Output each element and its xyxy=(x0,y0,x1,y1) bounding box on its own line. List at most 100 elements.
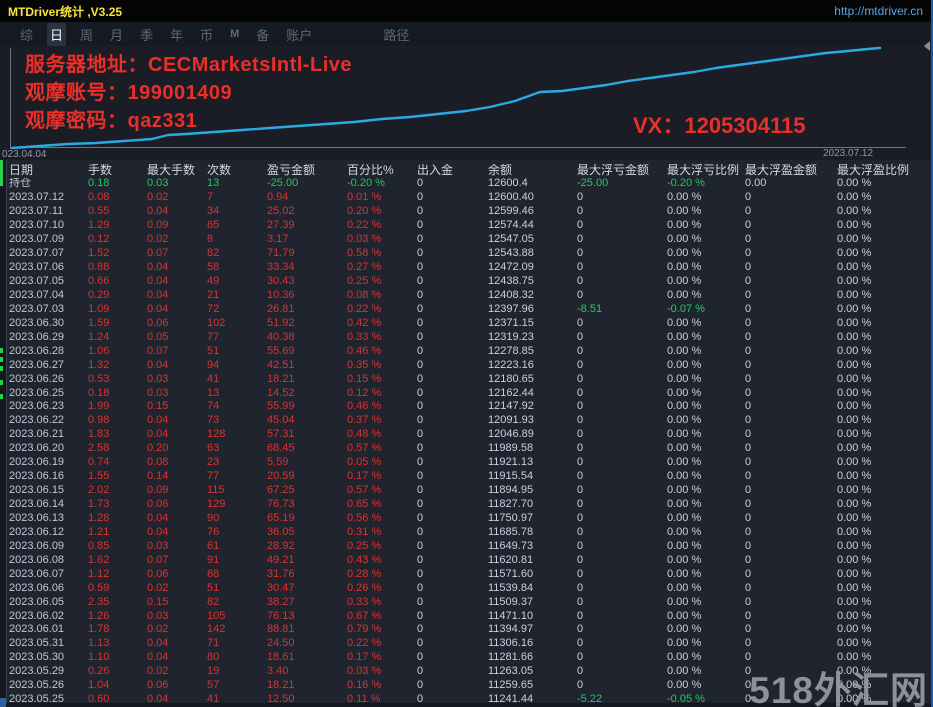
table-row[interactable]: 2023.06.06 0.59 0.02 51 30.47 0.26 % 0 11539.84… xyxy=(6,581,931,595)
table-row[interactable]: 2023.05.26 1.04 0.06 57 18.21 0.16 % 0 11259.65… xyxy=(6,679,931,693)
cell-max-lots: 0.03 xyxy=(147,373,169,385)
cell-pnl: 30.47 xyxy=(267,582,295,594)
cell-pnl: 14.52 xyxy=(267,387,295,399)
cell-inout: 0 xyxy=(417,526,424,538)
cell-date: 2023.06.29 xyxy=(9,331,65,343)
table-row[interactable]: 2023.06.19 0.74 0.08 23 5.59 0.05 % 0 11921.13 0… xyxy=(6,456,931,470)
app-title: MTDriver统计 ,V3.25 xyxy=(8,4,123,19)
table-row[interactable]: 2023.07.03 1.09 0.04 72 26.81 0.22 % 0 12397.96… xyxy=(6,302,931,316)
menu-tab-1[interactable]: 综 xyxy=(17,23,36,46)
menu-tab-5[interactable]: 季 xyxy=(137,23,156,46)
table-row-holding[interactable]: 持仓 0.18 0.03 13 -25.00 -0.20 % 0 12600.4 -25.00 -… xyxy=(6,177,931,191)
table-row[interactable]: 2023.06.21 1.83 0.04 128 57.31 0.48 % 0 12046.8… xyxy=(6,428,931,442)
cell-date: 2023.06.15 xyxy=(9,485,65,497)
menu-tab-2[interactable]: 日 xyxy=(47,22,67,46)
table-row[interactable]: 2023.06.23 1.99 0.15 74 55.99 0.46 % 0 12147.92… xyxy=(6,400,931,414)
table-row[interactable]: 2023.06.07 1.12 0.06 68 31.76 0.28 % 0 11571.60… xyxy=(6,567,931,581)
cell-max-float-profit-pct: 0.00 % xyxy=(837,499,872,511)
table-row[interactable]: 2023.05.30 1.10 0.04 80 18.61 0.17 % 0 11281.66… xyxy=(6,651,931,665)
table-row[interactable]: 2023.06.14 1.73 0.06 129 76.73 0.65 % 0 11827.7… xyxy=(6,498,931,512)
table-row[interactable]: 2023.07.12 0.08 0.02 7 0.94 0.01 % 0 12600.40 0 0… xyxy=(6,191,931,205)
cell-pnl: 68.45 xyxy=(267,443,295,455)
header-max-lots: 最大手数 xyxy=(147,163,196,176)
splitter-arrow-icon[interactable] xyxy=(924,41,930,51)
table-row[interactable]: 2023.06.05 2.35 0.15 82 38.27 0.33 % 0 11509.37… xyxy=(6,595,931,609)
table-row[interactable]: 2023.06.27 1.32 0.04 94 42.51 0.35 % 0 12223.16… xyxy=(6,358,931,372)
cell-balance: 11620.81 xyxy=(488,554,534,566)
table-row[interactable]: 2023.07.04 0.29 0.04 21 10.36 0.08 % 0 12408.32… xyxy=(6,289,931,303)
table-row[interactable]: 2023.06.09 0.85 0.03 61 28.92 0.25 % 0 11649.73… xyxy=(6,539,931,553)
cell-inout: 0 xyxy=(417,276,424,288)
cell-inout: 0 xyxy=(417,331,424,343)
vendor-url[interactable]: http://mtdriver.cn xyxy=(834,4,923,18)
cell-max-float-loss: 0 xyxy=(577,262,584,274)
table-row[interactable]: 2023.07.05 0.66 0.04 49 30.43 0.25 % 0 12438.75… xyxy=(6,275,931,289)
cell-lots: 1.99 xyxy=(88,401,110,413)
cell-pct: 0.46 % xyxy=(347,345,382,357)
cell-lots: 1.28 xyxy=(88,512,110,524)
table-row[interactable]: 2023.06.01 1.78 0.02 142 88.81 0.79 % 0 11394.9… xyxy=(6,623,931,637)
table-row[interactable]: 2023.07.11 0.55 0.04 34 25.02 0.20 % 0 12599.46… xyxy=(6,205,931,219)
cell-lots: 0.18 xyxy=(88,387,110,399)
menu-tab-9[interactable]: 备 xyxy=(253,23,272,46)
table-row[interactable]: 2023.06.20 2.58 0.20 63 68.45 0.57 % 0 11989.58… xyxy=(6,442,931,456)
cell-pnl: 88.81 xyxy=(267,624,295,636)
cell-trades: 105 xyxy=(207,610,226,622)
table-row[interactable]: 2023.06.12 1.21 0.04 76 36.05 0.31 % 0 11685.78… xyxy=(6,525,931,539)
menu-tab-7[interactable]: 币 xyxy=(197,23,216,46)
cell-date: 2023.06.13 xyxy=(9,512,65,524)
menu-tab-6[interactable]: 年 xyxy=(167,23,186,46)
cell-pnl: 33.34 xyxy=(267,262,295,274)
cell-pnl: 3.17 xyxy=(267,234,289,246)
header-trades: 次数 xyxy=(207,163,232,176)
table-row[interactable]: 2023.05.31 1.13 0.04 71 24.50 0.22 % 0 11306.16… xyxy=(6,637,931,651)
table-row[interactable]: 2023.07.10 1.29 0.09 65 27.39 0.22 % 0 12574.44… xyxy=(6,219,931,233)
menu-tab-8[interactable]: M xyxy=(227,26,242,42)
cell-trades: 128 xyxy=(207,429,226,441)
cell-max-float-loss-pct: 0.00 % xyxy=(667,443,702,455)
table-row[interactable]: 2023.06.16 1.55 0.14 77 20.59 0.17 % 0 11915.54… xyxy=(6,470,931,484)
table-row[interactable]: 2023.07.06 0.88 0.04 58 33.34 0.27 % 0 12472.09… xyxy=(6,261,931,275)
table-row[interactable]: 2023.06.13 1.28 0.04 90 65.19 0.56 % 0 11750.97… xyxy=(6,512,931,526)
cell-pnl: 25.02 xyxy=(267,206,295,218)
cell-max-float-profit: 0 xyxy=(745,471,752,483)
menu-tab-11[interactable]: 路径 xyxy=(380,23,412,46)
table-row[interactable]: 2023.06.28 1.06 0.07 51 55.69 0.46 % 0 12278.85… xyxy=(6,344,931,358)
cell-inout: 0 xyxy=(417,610,424,622)
table-row[interactable]: 2023.06.22 0.98 0.04 73 45.04 0.37 % 0 12091.93… xyxy=(6,414,931,428)
cell-max-float-loss: 0 xyxy=(577,192,584,204)
cell-max-lots: 0.04 xyxy=(147,526,169,538)
table-row[interactable]: 2023.06.30 1.59 0.06 102 51.92 0.42 % 0 12371.1… xyxy=(6,316,931,330)
cell-trades: 82 xyxy=(207,248,220,260)
table-row[interactable]: 2023.07.09 0.12 0.02 8 3.17 0.03 % 0 12547.05 0 0… xyxy=(6,233,931,247)
cell-max-float-profit: 0 xyxy=(745,303,752,315)
table-row[interactable]: 2023.06.25 0.18 0.03 13 14.52 0.12 % 0 12162.44… xyxy=(6,386,931,400)
cell-date: 2023.07.04 xyxy=(9,289,65,301)
table-row[interactable]: 2023.06.26 0.53 0.03 41 18.21 0.15 % 0 12180.65… xyxy=(6,372,931,386)
table-row[interactable]: 2023.06.15 2.02 0.09 115 67.25 0.57 % 0 11894.9… xyxy=(6,484,931,498)
cell-max-float-profit: 0 xyxy=(745,540,752,552)
menu-tab-4[interactable]: 月 xyxy=(107,23,126,46)
table-row[interactable]: 2023.06.29 1.24 0.05 77 40.38 0.33 % 0 12319.23… xyxy=(6,330,931,344)
cell-max-float-loss-pct: 0.00 % xyxy=(667,220,702,232)
cell-date: 2023.06.19 xyxy=(9,457,65,469)
cell-balance: 12319.23 xyxy=(488,331,534,343)
cell-max-lots: 0.06 xyxy=(147,568,169,580)
menu-tab-3[interactable]: 周 xyxy=(77,23,96,46)
table-row[interactable]: 2023.06.02 1.26 0.03 105 76.13 0.67 % 0 11471.1… xyxy=(6,609,931,623)
cell-inout: 0 xyxy=(417,373,424,385)
menu-tab-10[interactable]: 账户 xyxy=(283,23,315,46)
table-row[interactable]: 2023.07.07 1.52 0.07 82 71.79 0.58 % 0 12543.88… xyxy=(6,247,931,261)
table-row[interactable]: 2023.06.08 1.62 0.07 91 49.21 0.43 % 0 11620.81… xyxy=(6,553,931,567)
cell-pnl: 51.92 xyxy=(267,317,295,329)
cell-max-float-loss: 0 xyxy=(577,666,584,678)
chart-start-date: 023.04.04 xyxy=(2,149,47,160)
cell-max-float-profit: 0 xyxy=(745,596,752,608)
cell-max-float-profit: 0 xyxy=(745,359,752,371)
cell-pct: 0.58 % xyxy=(347,248,382,260)
cell-max-float-loss: 0 xyxy=(577,638,584,650)
cell-balance: 11915.54 xyxy=(488,471,534,483)
table-row[interactable]: 2023.05.29 0.26 0.02 19 3.40 0.03 % 0 11263.05 0… xyxy=(6,665,931,679)
cell-pnl: 38.27 xyxy=(267,596,295,608)
cell-max-float-profit: 0 xyxy=(745,192,752,204)
